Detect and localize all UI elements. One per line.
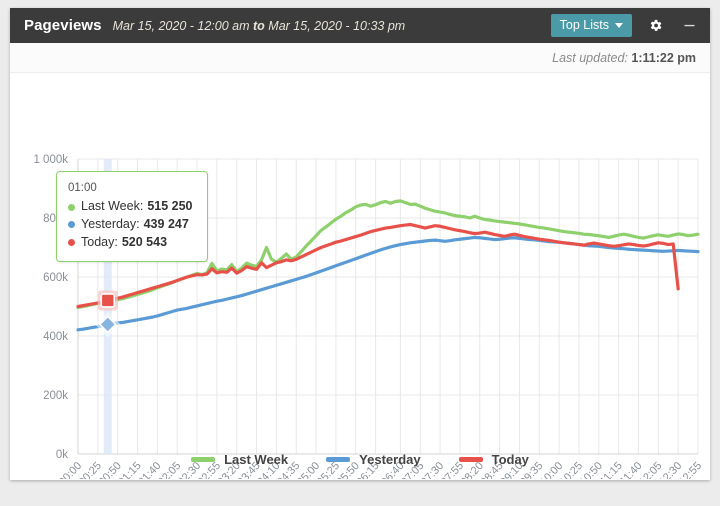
top-lists-label: Top Lists <box>559 18 609 32</box>
y-axis-tick-label: 200k <box>43 390 68 402</box>
chart-area[interactable]: 0k200k400k600k800k1 000k00:0000:2500:500… <box>10 73 710 479</box>
last-updated-label: Last updated: <box>552 50 628 65</box>
tooltip-series-label: Last Week: <box>81 199 144 214</box>
tooltip-row: Today: 520 543 <box>68 234 193 252</box>
legend-label: Yesterday <box>359 452 421 467</box>
y-axis-tick-label: 600k <box>43 272 68 284</box>
last-updated-text: Last updated: 1:11:22 pm <box>552 51 696 65</box>
tooltip-series-value: 515 250 <box>147 199 193 214</box>
date-range-joiner: to <box>253 18 265 33</box>
page-title: Pageviews <box>24 17 102 34</box>
legend-label: Today <box>491 452 529 467</box>
y-axis-tick-label: 1 000k <box>33 154 68 166</box>
top-lists-button[interactable]: Top Lists <box>550 14 632 37</box>
last-updated-bar: Last updated: 1:11:22 pm <box>10 43 710 73</box>
tooltip-rows: Last Week: 515 250 Yesterday: 439 247 Today:… <box>68 198 193 251</box>
date-range-label: Mar 15, 2020 - 12:00 am to Mar 15, 2020 … <box>113 19 406 33</box>
chevron-down-icon <box>615 22 623 28</box>
y-axis-tick-label: 400k <box>43 331 68 343</box>
tooltip-time: 01:00 <box>68 182 97 194</box>
tooltip-row: Yesterday: 439 247 <box>68 216 193 234</box>
chart-legend: Last Week Yesterday Today <box>10 452 710 467</box>
tooltip-series-value: 520 543 <box>121 234 168 249</box>
last-updated-value: 1:11:22 pm <box>631 50 696 65</box>
legend-swatch <box>326 457 351 462</box>
legend-swatch <box>191 457 216 462</box>
tooltip-series-value: 439 247 <box>143 217 189 232</box>
legend-item[interactable]: Today <box>458 452 529 467</box>
minimize-icon[interactable] <box>678 15 700 37</box>
date-range-start: Mar 15, 2020 - 12:00 am <box>112 18 250 33</box>
legend-swatch <box>458 457 483 462</box>
tooltip-series-dot <box>68 221 75 229</box>
tooltip-series-label: Yesterday: <box>81 217 140 232</box>
legend-label: Last Week <box>224 452 289 467</box>
tooltip-series-dot <box>68 239 75 247</box>
legend-item[interactable]: Last Week <box>191 452 288 467</box>
pageviews-widget: Pageviews Mar 15, 2020 - 12:00 am to Mar… <box>10 8 710 480</box>
tooltip-row: Last Week: 515 250 <box>68 198 193 216</box>
widget-header: Pageviews Mar 15, 2020 - 12:00 am to Mar… <box>10 8 710 43</box>
legend-item[interactable]: Yesterday <box>326 452 421 467</box>
pageviews-line-chart: 0k200k400k600k800k1 000k00:0000:2500:500… <box>33 154 704 479</box>
today-point-marker <box>100 293 116 308</box>
tooltip-series-label: Today: <box>81 234 118 249</box>
tooltip-series-dot <box>68 203 75 211</box>
date-range-end: Mar 15, 2020 - 10:33 pm <box>268 18 406 33</box>
gear-icon[interactable] <box>644 15 666 37</box>
chart-tooltip: 01:00 Last Week: 515 250 Yesterday: 439 247… <box>56 171 208 262</box>
